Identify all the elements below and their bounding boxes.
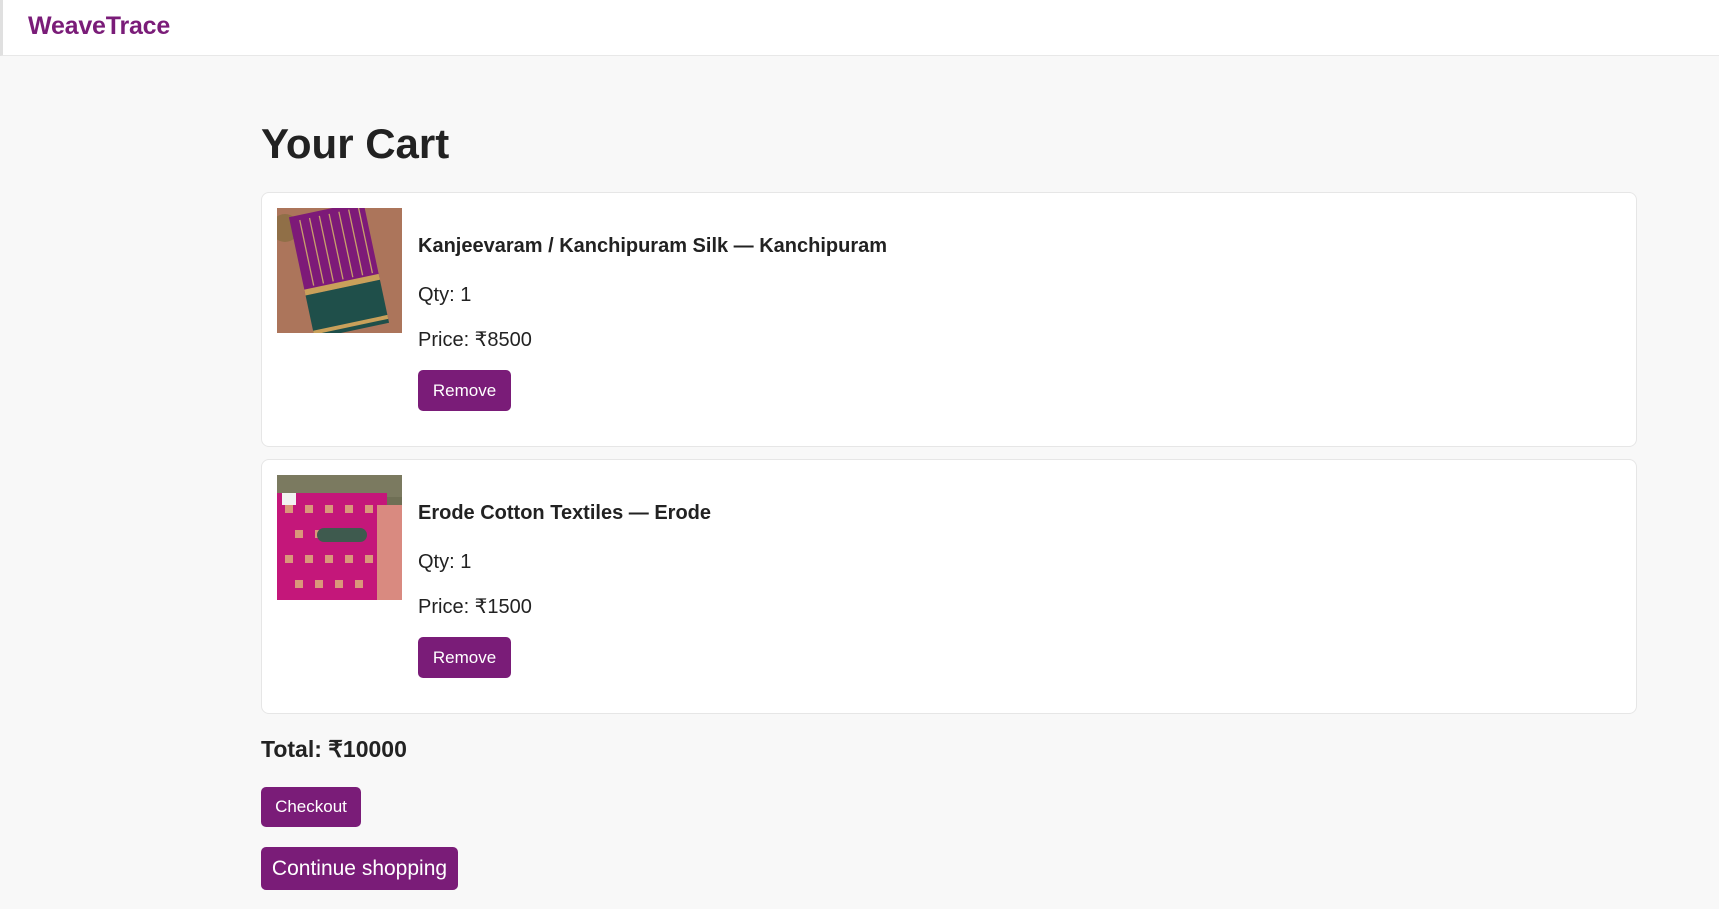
top-navbar: WeaveTrace [0, 0, 1719, 56]
brand-logo[interactable]: WeaveTrace [28, 12, 170, 41]
product-image [277, 208, 402, 333]
pink-cotton-saree-image [277, 475, 402, 600]
item-quantity: Qty: 1 [418, 551, 472, 573]
checkout-button[interactable]: Checkout [261, 787, 361, 827]
remove-item-button[interactable]: Remove [418, 637, 511, 678]
remove-item-button[interactable]: Remove [418, 370, 511, 411]
cart-item: Erode Cotton Textiles — Erode Qty: 1 Pri… [261, 459, 1637, 714]
continue-shopping-button[interactable]: Continue shopping [261, 847, 458, 890]
item-price: Price: ₹1500 [418, 596, 532, 618]
cart-item: Kanjeevaram / Kanchipuram Silk — Kanchip… [261, 192, 1637, 447]
item-quantity: Qty: 1 [418, 284, 472, 306]
purple-silk-saree-image [277, 208, 402, 333]
page-title: Your Cart [261, 120, 450, 167]
item-name: Kanjeevaram / Kanchipuram Silk — Kanchip… [418, 235, 888, 257]
cart-total: Total: ₹10000 [261, 736, 407, 762]
item-name: Erode Cotton Textiles — Erode [418, 502, 711, 524]
item-price: Price: ₹8500 [418, 329, 532, 351]
product-image [277, 475, 402, 600]
